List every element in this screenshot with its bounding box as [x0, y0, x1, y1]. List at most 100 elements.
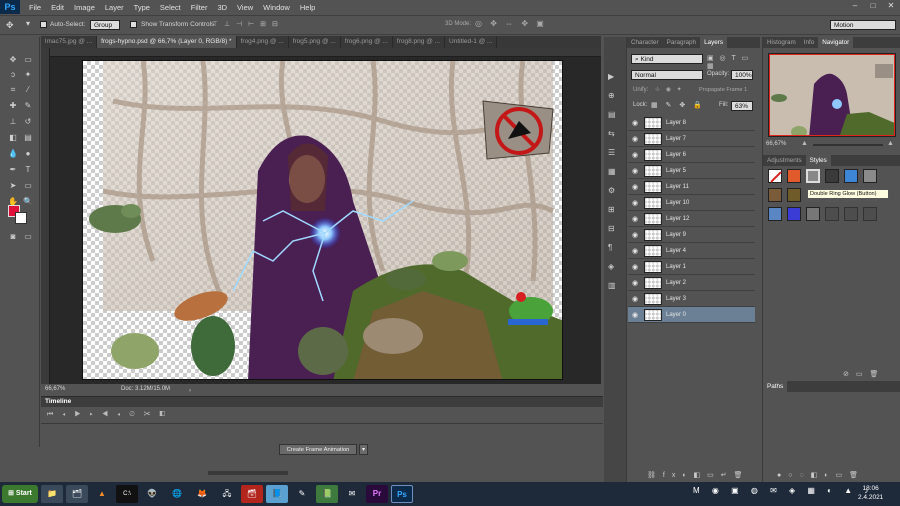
playback-controls-icons[interactable]: ⏮◂▶▸◀◂⊘✂◧	[47, 411, 174, 419]
dodge-tool-icon[interactable]: ●	[21, 147, 35, 160]
zoom-level[interactable]: 66,67%	[45, 384, 65, 394]
taskbar-vlc-icon[interactable]: ▲	[91, 485, 113, 503]
menu-image[interactable]: Image	[69, 3, 100, 12]
style-swatch[interactable]	[825, 169, 839, 183]
layer-row[interactable]: ◉ Layer 4	[628, 243, 755, 259]
style-swatch[interactable]	[787, 207, 801, 221]
quick-mask-icon[interactable]: ◙	[6, 230, 20, 243]
layer-row[interactable]: ◉ Layer 5	[628, 163, 755, 179]
shape-tool-icon[interactable]: ▭	[21, 179, 35, 192]
styles-actions-icons[interactable]: ⊘▭🗑	[843, 370, 885, 378]
gradient-tool-icon[interactable]: ▤	[21, 131, 35, 144]
visibility-eye-icon[interactable]: ◉	[628, 183, 642, 191]
taskbar-photoshop-icon[interactable]: Ps	[391, 485, 413, 503]
layer-row[interactable]: ◉ Layer 2	[628, 275, 755, 291]
taskbar-alien-icon[interactable]: 👽	[141, 485, 163, 503]
taskbar-mail-icon[interactable]: ✉	[341, 485, 363, 503]
menu-view[interactable]: View	[232, 3, 258, 12]
screen-mode-icon[interactable]: ▭	[21, 230, 35, 243]
zoom-slider[interactable]	[813, 144, 883, 146]
layer-row[interactable]: ◉ Layer 1	[628, 259, 755, 275]
collapsed-panel-icons[interactable]: ▶ ⊕ ▤ ⇆ ☰ ▦ ⚙ ⊞ ⊟ ¶ ◈ ▥	[608, 67, 616, 295]
style-swatch[interactable]	[844, 169, 858, 183]
tab-layers[interactable]: Layers	[700, 37, 727, 48]
visibility-eye-icon[interactable]: ◉	[628, 199, 642, 207]
visibility-eye-icon[interactable]: ◉	[628, 247, 642, 255]
timeline-scrollbar[interactable]	[208, 471, 288, 475]
style-swatch[interactable]	[863, 207, 877, 221]
visibility-eye-icon[interactable]: ◉	[628, 167, 642, 175]
show-transform-checkbox[interactable]	[130, 21, 139, 28]
tab-frog6[interactable]: frog6.png @ ...	[341, 36, 393, 48]
layer-row[interactable]: ◉ Layer 8	[628, 115, 755, 131]
tab-histogram[interactable]: Histogram	[763, 37, 800, 48]
tab-frogs-hypno[interactable]: frogs-hypno.psd @ 66,7% (Layer 0, RGB/8)…	[97, 36, 237, 48]
propagate-label[interactable]: Propagate Frame 1	[699, 87, 747, 93]
tab-frog8[interactable]: frog8.png @ ...	[393, 36, 446, 48]
menu-window[interactable]: Window	[258, 3, 295, 12]
tab-info[interactable]: Info	[800, 37, 819, 48]
taskbar-folders-icon[interactable]: 🗂	[66, 485, 88, 503]
create-frame-animation-button[interactable]: Create Frame Animation	[279, 444, 357, 455]
blur-tool-icon[interactable]: 💧	[6, 147, 20, 160]
lock-icons[interactable]: ▦ ✎ ✥ 🔒	[651, 101, 705, 109]
taskbar-editor-icon[interactable]: ✎	[291, 485, 313, 503]
status-menu-icon[interactable]: ›	[189, 386, 191, 396]
zoom-out-icon[interactable]: ▲	[801, 140, 808, 147]
tab-adjustments[interactable]: Adjustments	[763, 155, 806, 166]
background-color-swatch[interactable]	[15, 212, 27, 224]
unify-icons[interactable]: ⊹ ◉ ✦	[655, 86, 684, 93]
taskbar-file-explorer-icon[interactable]: 📁	[41, 485, 63, 503]
magic-wand-icon[interactable]: ✦	[21, 68, 35, 81]
history-brush-icon[interactable]: ↺	[21, 115, 35, 128]
style-swatch[interactable]	[787, 169, 801, 183]
artboard-tool-icon[interactable]: ▭	[21, 53, 35, 66]
brush-tool-icon[interactable]: ✎	[21, 99, 35, 112]
tab-paragraph[interactable]: Paragraph	[663, 37, 700, 48]
paths-actions-icons[interactable]: ●○◌◧◐▭🗑	[777, 471, 865, 479]
start-button[interactable]: ⊞ Start	[2, 485, 38, 503]
menu-file[interactable]: File	[24, 3, 46, 12]
tab-character[interactable]: Character	[627, 37, 663, 48]
tab-frog5[interactable]: frog5.png @ ...	[289, 36, 341, 48]
style-swatch-selected[interactable]	[806, 169, 820, 183]
move-tool-icon[interactable]: ✥	[6, 53, 20, 66]
style-swatch[interactable]	[768, 207, 782, 221]
system-tray-icons[interactable]: M ◉ ▣ ◍ ✉ ◈ ▦ ◐ ▲ ♪	[693, 486, 873, 495]
tab-paths[interactable]: Paths	[763, 381, 788, 392]
visibility-eye-icon[interactable]: ◉	[628, 215, 642, 223]
layer-row[interactable]: ◉ Layer 11	[628, 179, 755, 195]
taskbar-app-icon[interactable]: 📘	[266, 485, 288, 503]
style-swatch[interactable]	[787, 188, 801, 202]
close-button[interactable]: ✕	[882, 0, 900, 12]
pen-tool-icon[interactable]: ✒	[6, 163, 20, 176]
tab-lmac75[interactable]: lmac75.jpg @ ...	[41, 36, 98, 48]
tab-untitled-1[interactable]: Untitled-1 @ ...	[445, 36, 498, 48]
maximize-button[interactable]: □	[864, 0, 882, 12]
eraser-tool-icon[interactable]: ◧	[6, 131, 20, 144]
taskbar-chrome-icon[interactable]: 🌐	[166, 485, 188, 503]
filter-kind-dropdown[interactable]: ⌕ Kind	[631, 54, 703, 64]
crop-tool-icon[interactable]: ⌗	[6, 83, 20, 96]
move-tool-icon[interactable]: ✥	[6, 20, 14, 31]
navigator-thumbnail[interactable]	[768, 53, 896, 137]
lasso-tool-icon[interactable]: ↄ	[6, 68, 20, 81]
layer-row[interactable]: ◉ Layer 10	[628, 195, 755, 211]
animation-dropdown-icon[interactable]: ▾	[359, 444, 368, 455]
type-tool-icon[interactable]: T	[21, 163, 35, 176]
layer-row[interactable]: ◉ Layer 9	[628, 227, 755, 243]
image-canvas[interactable]	[82, 60, 563, 380]
layer-row[interactable]: ◉ Layer 0	[628, 307, 755, 323]
style-swatch[interactable]	[806, 207, 820, 221]
style-swatch[interactable]	[825, 207, 839, 221]
layer-row[interactable]: ◉ Layer 12	[628, 211, 755, 227]
auto-select-dropdown[interactable]: Group	[90, 20, 120, 30]
clock[interactable]: 18:06 2.4.2021	[858, 484, 883, 502]
layer-row[interactable]: ◉ Layer 7	[628, 131, 755, 147]
menu-3d[interactable]: 3D	[212, 3, 232, 12]
eyedropper-icon[interactable]: ⁄	[21, 83, 35, 96]
clone-stamp-icon[interactable]: ⊥	[6, 115, 20, 128]
visibility-eye-icon[interactable]: ◉	[628, 119, 642, 127]
menu-select[interactable]: Select	[155, 3, 186, 12]
minimize-button[interactable]: –	[846, 0, 864, 12]
